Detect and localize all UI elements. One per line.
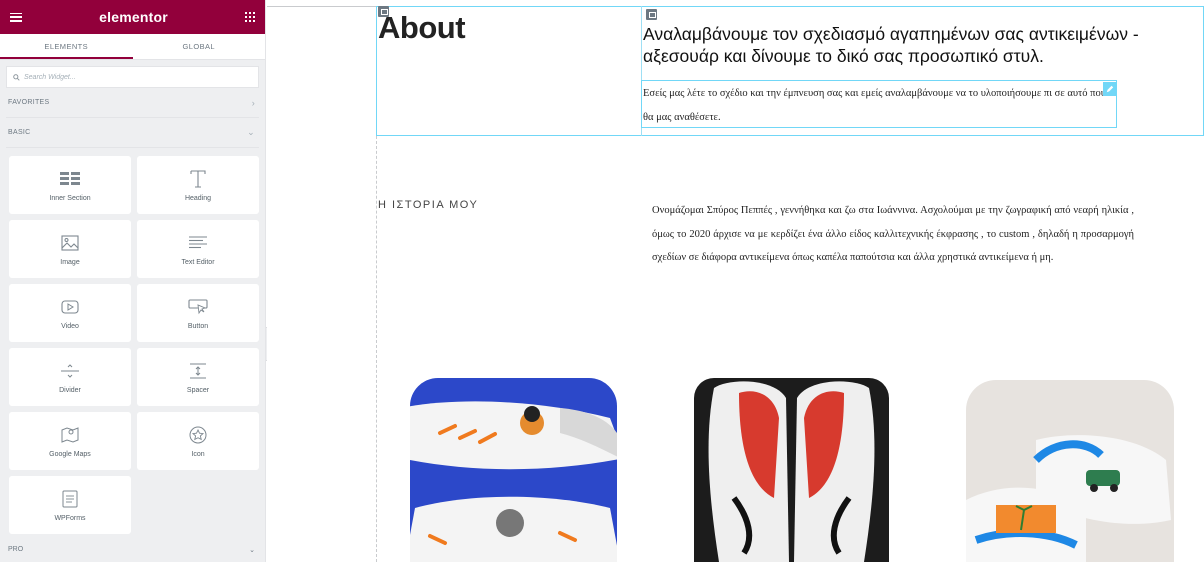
tab-elements[interactable]: ELEMENTS <box>0 34 133 59</box>
star-icon <box>187 425 209 445</box>
category-favorites[interactable]: FAVORITES › <box>6 88 259 118</box>
widget-image[interactable]: Image <box>9 220 131 278</box>
category-basic-label: BASIC <box>8 129 31 136</box>
elementor-panel: elementor ELEMENTS GLOBAL Search Widget.… <box>0 0 266 562</box>
intro-text[interactable]: Εσείς μας λέτε το σχέδιο και την έμπνευσ… <box>643 82 1113 130</box>
column-handle-icon[interactable] <box>646 9 657 20</box>
button-icon <box>187 297 209 317</box>
widget-label: Button <box>187 322 209 330</box>
text-editor-icon <box>187 233 209 253</box>
inner-section-icon <box>59 169 81 189</box>
widget-label: Icon <box>191 450 205 458</box>
chevron-right-icon: › <box>251 97 255 108</box>
brand-logo: elementor <box>99 9 168 25</box>
search-placeholder: Search Widget... <box>24 73 76 81</box>
map-icon <box>59 425 81 445</box>
form-icon <box>59 489 81 509</box>
about-heading[interactable]: About <box>378 10 466 46</box>
tab-global[interactable]: GLOBAL <box>133 34 266 59</box>
chevron-down-icon: ⌄ <box>247 127 255 137</box>
widget-label: WPForms <box>54 514 86 522</box>
sneaker-photo-1[interactable] <box>410 378 617 562</box>
search-icon <box>13 73 20 81</box>
category-favorites-label: FAVORITES <box>8 99 50 106</box>
widgets-grid-icon[interactable] <box>245 12 255 22</box>
panel-body: Search Widget... FAVORITES › BASIC ⌄ Inn… <box>0 60 265 562</box>
widget-spacer[interactable]: Spacer <box>137 348 259 406</box>
widget-label: Inner Section <box>49 194 91 202</box>
category-pro-label: PRO <box>8 546 24 553</box>
widget-video[interactable]: Video <box>9 284 131 342</box>
heading-icon <box>187 169 209 189</box>
category-basic[interactable]: BASIC ⌄ <box>6 118 259 148</box>
search-widget-input[interactable]: Search Widget... <box>6 66 259 88</box>
widget-heading[interactable]: Heading <box>137 156 259 214</box>
headline-text[interactable]: Αναλαμβάνουμε τον σχεδιασμό αγαπημένων σ… <box>643 23 1163 67</box>
widget-button[interactable]: Button <box>137 284 259 342</box>
edit-pencil-icon[interactable] <box>1103 82 1117 96</box>
widget-label: Heading <box>184 194 212 202</box>
widget-label: Google Maps <box>49 450 91 458</box>
widget-label: Spacer <box>186 386 210 394</box>
widget-divider[interactable]: Divider <box>9 348 131 406</box>
video-icon <box>59 297 81 317</box>
menu-icon[interactable] <box>10 12 22 22</box>
image-icon <box>59 233 81 253</box>
widget-label: Video <box>61 322 79 330</box>
elementor-editor: elementor ELEMENTS GLOBAL Search Widget.… <box>0 0 1204 562</box>
widget-google-maps[interactable]: Google Maps <box>9 412 131 470</box>
panel-tabs: ELEMENTS GLOBAL <box>0 34 265 60</box>
widget-label: Image <box>60 258 80 266</box>
widget-label: Text Editor <box>181 258 215 266</box>
category-pro[interactable]: PRO ⌄ <box>6 546 259 554</box>
story-text[interactable]: Ονομάζομαι Σπύρος Πεππές , γεννήθηκα και… <box>652 199 1134 270</box>
story-title[interactable]: Η ΙΣΤΟΡΙΑ ΜΟΥ <box>378 199 478 211</box>
sneaker-photo-3[interactable] <box>966 380 1174 562</box>
spacer-icon <box>187 361 209 381</box>
widget-inner-section[interactable]: Inner Section <box>9 156 131 214</box>
widget-wpforms[interactable]: WPForms <box>9 476 131 534</box>
divider-icon <box>59 361 81 381</box>
widget-text-editor[interactable]: Text Editor <box>137 220 259 278</box>
panel-header: elementor <box>0 0 265 34</box>
widget-icon[interactable]: Icon <box>137 412 259 470</box>
widget-label: Divider <box>59 386 81 394</box>
sneaker-photo-2[interactable] <box>694 378 889 562</box>
widget-grid: Inner Section Heading Image Text Editor … <box>9 156 259 534</box>
chevron-down-icon: ⌄ <box>249 547 255 554</box>
